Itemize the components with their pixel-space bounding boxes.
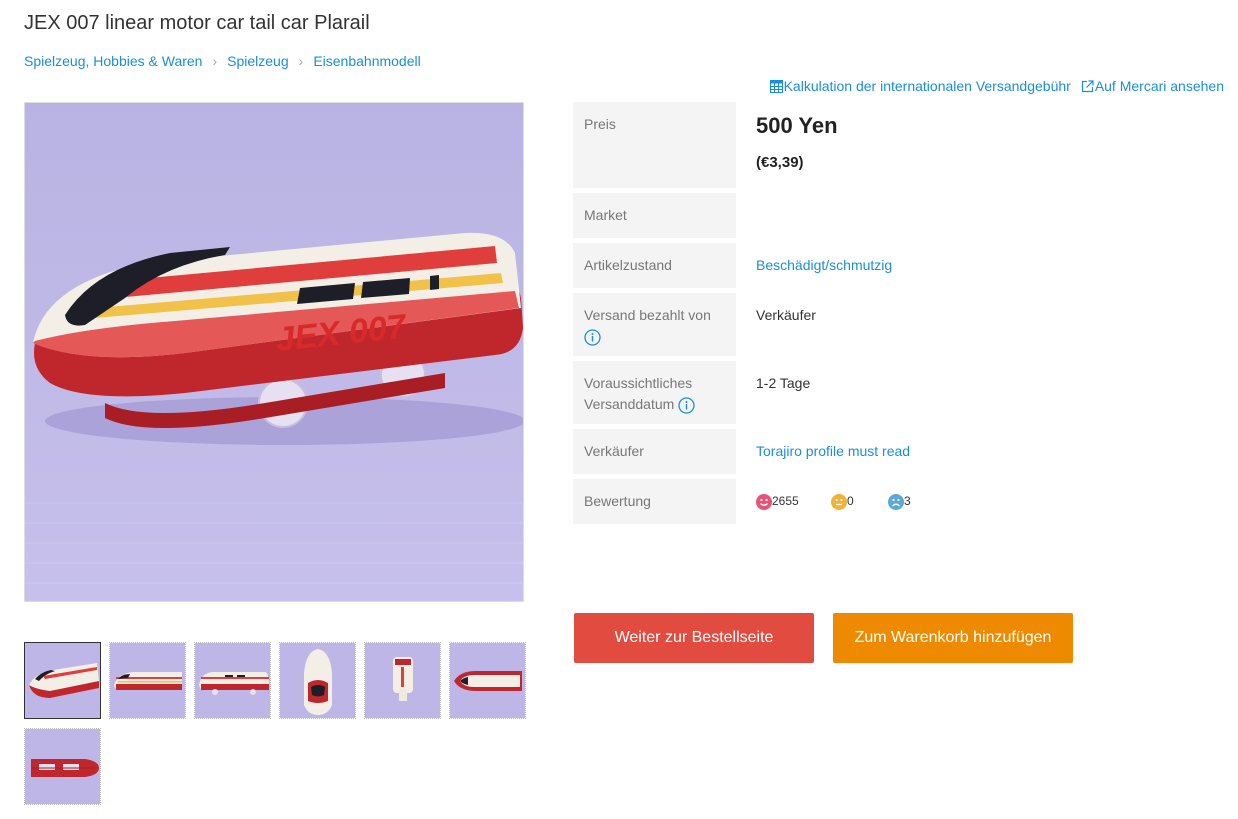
thumbnail-image-3[interactable]: [194, 642, 271, 719]
shipping-calculator-label: Kalkulation der internationalen Versandg…: [783, 78, 1071, 94]
mercari-link[interactable]: Auf Mercari ansehen: [1081, 78, 1224, 94]
thumbnail-image-6[interactable]: [449, 642, 526, 719]
condition-link[interactable]: Beschädigt/schmutzig: [756, 257, 892, 273]
thumbnail-image-2[interactable]: [109, 642, 186, 719]
seller-link[interactable]: Torajiro profile must read: [756, 443, 910, 459]
rating-normal: 0: [831, 491, 888, 512]
ship-date-label-cell: Voraussichtliches Versanddatum: [573, 361, 736, 424]
market-row: Market: [573, 193, 1223, 238]
mercari-link-label: Auf Mercari ansehen: [1094, 78, 1224, 94]
condition-label: Artikelzustand: [573, 243, 736, 288]
rating-bad: 3: [888, 491, 963, 512]
rating-good: 2655: [756, 491, 831, 512]
rating-label: Bewertung: [573, 479, 736, 524]
seller-label: Verkäufer: [573, 429, 736, 474]
thumbnail-gallery: [24, 642, 534, 805]
rating-good-count: 2655: [772, 494, 799, 508]
price-yen: 500 Yen: [756, 113, 838, 138]
seller-row: Verkäufer Torajiro profile must read: [573, 429, 1223, 474]
thumbnail-image-7[interactable]: [24, 728, 101, 805]
ship-date-label-line2: Versanddatum: [584, 396, 675, 412]
rating-bad-count: 3: [904, 494, 911, 508]
thumbnail-image-4[interactable]: [279, 642, 356, 719]
happy-face-icon: [756, 493, 772, 510]
shipping-paid-label: Versand bezahlt von: [584, 307, 711, 323]
thumbnail-image-1[interactable]: [24, 642, 101, 719]
breadcrumb-item-toys-hobbies[interactable]: Spielzeug, Hobbies & Waren: [24, 53, 202, 69]
rating-summary: 2655 0 3: [756, 491, 1203, 512]
market-value: [736, 193, 1223, 238]
shipping-paid-row: Versand bezahlt von Verkäufer: [573, 293, 1223, 356]
ship-date-value: 1-2 Tage: [756, 375, 811, 391]
price-value: 500 Yen (€3,39): [736, 102, 1223, 188]
sad-face-icon: [888, 493, 904, 510]
calculator-icon: [769, 79, 783, 93]
price-eur: (€3,39): [756, 154, 804, 171]
rating-normal-count: 0: [847, 494, 854, 508]
shipping-paid-value: Verkäufer: [756, 307, 816, 323]
main-product-image[interactable]: JEX 007: [24, 102, 524, 602]
breadcrumb: Spielzeug, Hobbies & Waren › Spielzeug ›…: [24, 53, 421, 69]
price-row: Preis 500 Yen (€3,39): [573, 102, 1223, 188]
shipping-calculator-link[interactable]: Kalkulation der internationalen Versandg…: [769, 78, 1071, 94]
price-label: Preis: [573, 102, 736, 188]
add-to-cart-button[interactable]: Zum Warenkorb hinzufügen: [833, 613, 1073, 663]
ship-date-label-line1: Voraussichtliches: [584, 375, 693, 391]
rating-row: Bewertung 2655 0 3: [573, 479, 1223, 524]
market-label: Market: [573, 193, 736, 238]
condition-row: Artikelzustand Beschädigt/schmutzig: [573, 243, 1223, 288]
top-links: Kalkulation der internationalen Versandg…: [769, 78, 1224, 94]
neutral-face-icon: [831, 493, 847, 510]
chevron-right-icon: ›: [298, 53, 304, 69]
info-icon[interactable]: [584, 329, 601, 346]
external-link-icon: [1081, 79, 1094, 92]
product-details-table: Preis 500 Yen (€3,39) Market Artikelzust…: [573, 102, 1223, 529]
page-title: JEX 007 linear motor car tail car Plarai…: [24, 12, 370, 34]
breadcrumb-item-railway-model[interactable]: Eisenbahnmodell: [313, 53, 420, 69]
shipping-paid-label-cell: Versand bezahlt von: [573, 293, 736, 356]
proceed-to-order-button[interactable]: Weiter zur Bestellseite: [574, 613, 814, 663]
chevron-right-icon: ›: [212, 53, 218, 69]
thumbnail-image-5[interactable]: [364, 642, 441, 719]
ship-date-row: Voraussichtliches Versanddatum 1-2 Tage: [573, 361, 1223, 424]
info-icon[interactable]: [678, 397, 695, 414]
breadcrumb-item-toys[interactable]: Spielzeug: [227, 53, 289, 69]
